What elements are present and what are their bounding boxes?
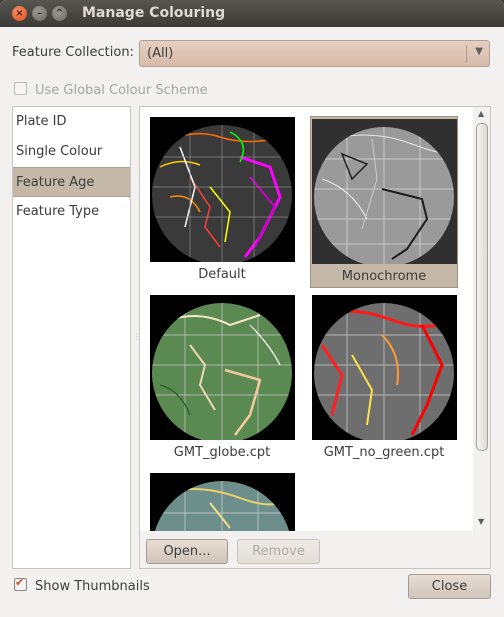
open-button[interactable]: Open... <box>146 539 228 564</box>
global-colour-scheme-option: Use Global Colour Scheme <box>14 82 208 98</box>
chevron-down-icon: ▼ <box>475 46 483 57</box>
gmt-globe-thumbnail <box>149 295 295 440</box>
scheme-gmt-no-green[interactable]: GMT_no_green.cpt <box>310 295 458 463</box>
window-title: Manage Colouring <box>82 5 226 21</box>
feature-collection-value: (All) <box>147 46 174 61</box>
scheme-gmt-no-green-label: GMT_no_green.cpt <box>323 445 445 460</box>
scroll-up-icon[interactable]: ▲ <box>478 109 484 118</box>
scheme-partial[interactable] <box>148 473 296 531</box>
show-thumbnails-option[interactable]: Show Thumbnails <box>14 576 150 594</box>
maximize-window-button[interactable]: ^ <box>52 6 67 21</box>
monochrome-globe-thumbnail <box>311 119 457 264</box>
scheme-gmt-globe-label: GMT_globe.cpt <box>173 445 271 460</box>
category-feature-age[interactable]: Feature Age <box>13 167 130 197</box>
global-colour-scheme-checkbox <box>14 82 27 95</box>
category-feature-type[interactable]: Feature Type <box>13 197 130 227</box>
scrollbar-thumb[interactable] <box>476 123 488 451</box>
close-window-button[interactable]: × <box>12 6 27 21</box>
scheme-monochrome[interactable]: Monochrome <box>310 116 458 288</box>
colour-scheme-panel: Default Monochrome GMT_globe.cpt GMT_no_… <box>139 106 491 569</box>
scheme-default-label: Default <box>198 267 246 282</box>
category-plate-id[interactable]: Plate ID <box>13 107 130 137</box>
scheme-default[interactable]: Default <box>148 117 296 285</box>
scheme-monochrome-label: Monochrome <box>341 269 427 284</box>
partial-globe-thumbnail <box>149 473 295 531</box>
show-thumbnails-label: Show Thumbnails <box>35 579 150 594</box>
thumbnails-scrollbar[interactable]: ▲ ▼ <box>474 107 490 531</box>
close-button[interactable]: Close <box>408 574 491 599</box>
title-bar: × – ^ Manage Colouring <box>0 0 504 27</box>
category-single-colour[interactable]: Single Colour <box>13 137 130 167</box>
colouring-category-list: Plate ID Single Colour Feature Age Featu… <box>12 106 131 569</box>
feature-collection-label: Feature Collection: <box>12 45 134 60</box>
default-globe-thumbnail <box>149 117 295 262</box>
combo-separator <box>466 45 467 63</box>
scroll-down-icon[interactable]: ▼ <box>478 517 484 526</box>
global-colour-scheme-label: Use Global Colour Scheme <box>35 83 208 98</box>
feature-collection-combo[interactable]: (All) ▼ <box>139 40 490 67</box>
gmt-no-green-thumbnail <box>311 295 457 440</box>
colour-scheme-thumbnails: Default Monochrome GMT_globe.cpt GMT_no_… <box>140 107 473 531</box>
minimize-window-button[interactable]: – <box>32 6 47 21</box>
remove-button: Remove <box>237 539 320 564</box>
show-thumbnails-checkbox[interactable] <box>14 576 27 591</box>
manage-colouring-dialog: × – ^ Manage Colouring Feature Collectio… <box>0 0 504 617</box>
scheme-gmt-globe[interactable]: GMT_globe.cpt <box>148 295 296 463</box>
